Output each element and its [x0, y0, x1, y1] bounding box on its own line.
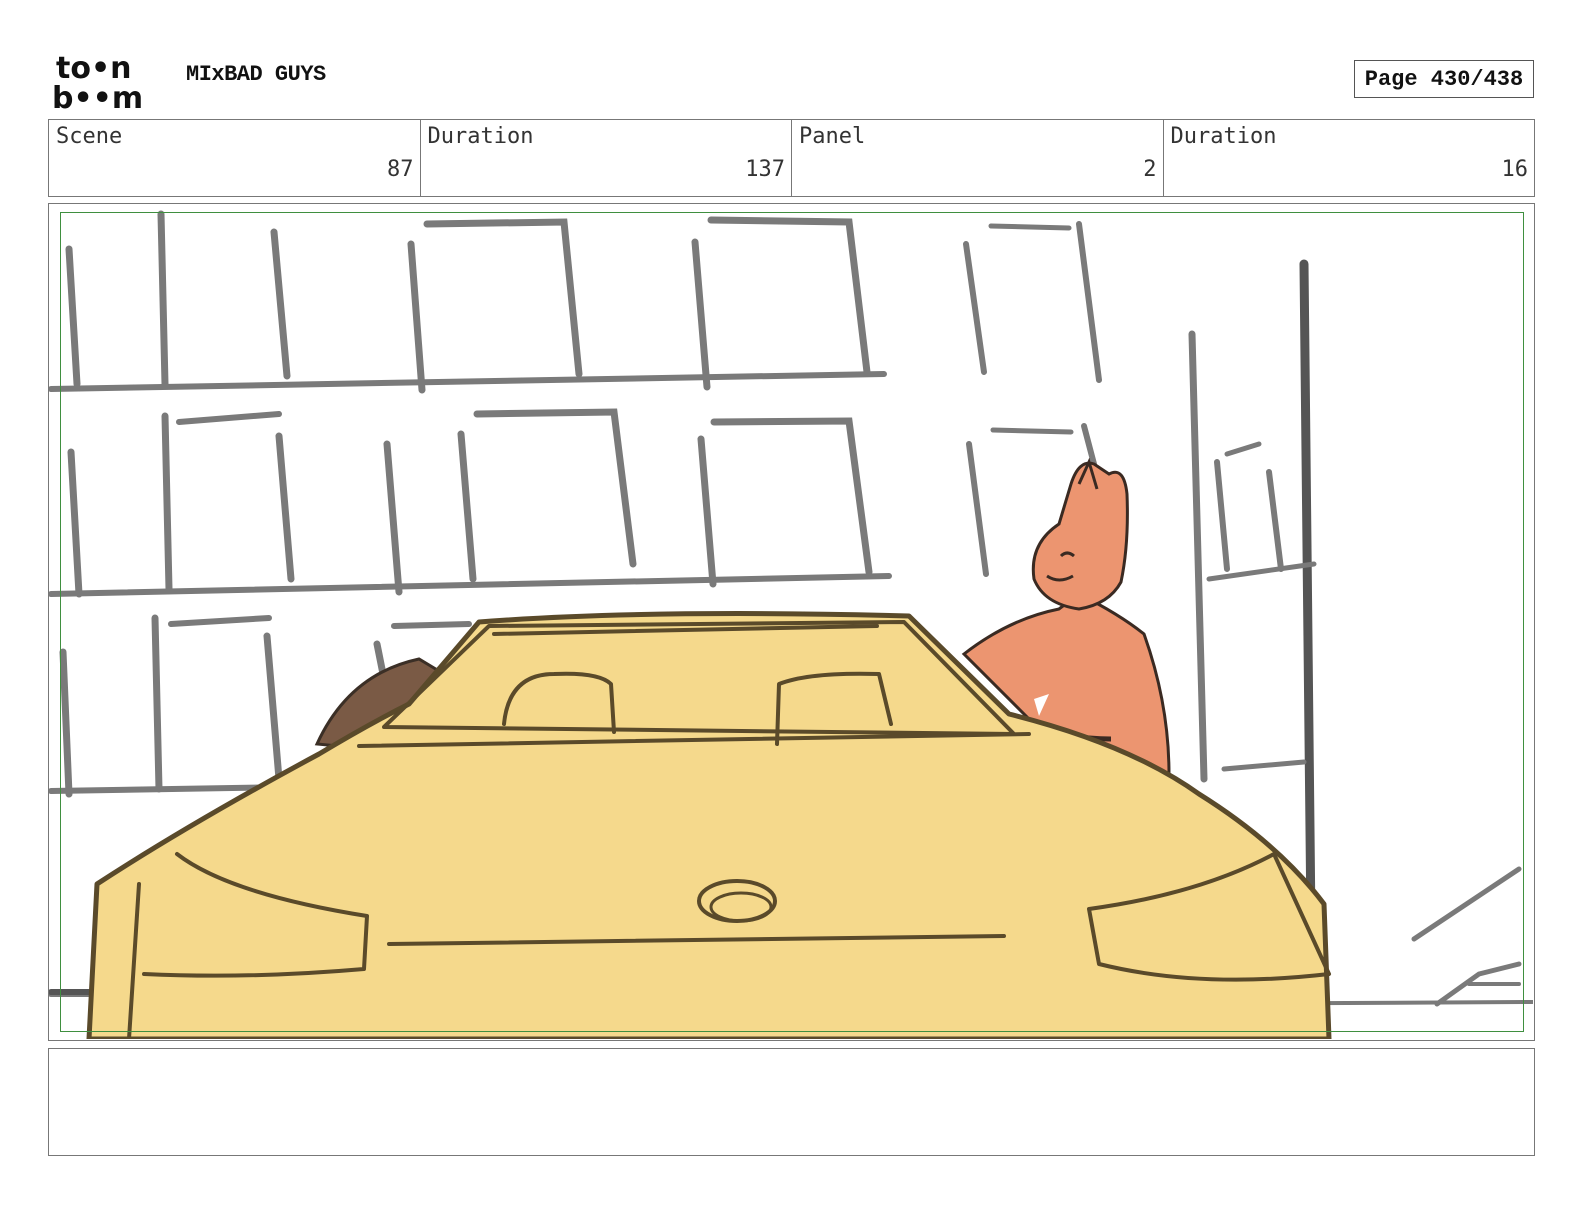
scene-value: 87 [387, 157, 414, 182]
storyboard-panel [48, 203, 1535, 1041]
window-stroke [161, 412, 173, 593]
window-stroke [707, 216, 871, 376]
panel-duration-value: 16 [1501, 157, 1529, 182]
panel-drawing [49, 210, 1533, 1039]
window-stroke [423, 218, 583, 378]
window-stroke [1266, 469, 1284, 572]
window-stroke [710, 417, 873, 576]
window-stroke [1224, 441, 1262, 457]
scene-duration-cell: Duration 137 [421, 120, 792, 196]
window-stroke [275, 432, 295, 583]
window-stroke [697, 435, 717, 588]
pole-stroke [1299, 259, 1316, 929]
window-stroke [391, 621, 472, 629]
panel-duration-cell: Duration 16 [1164, 120, 1535, 196]
logo-text-bottom: b••m [52, 81, 143, 112]
scene-duration-label: Duration [427, 124, 534, 149]
pole-stroke [1188, 330, 1208, 783]
scene-duration-value: 137 [745, 157, 785, 182]
scene-label: Scene [56, 124, 123, 149]
window-stroke [67, 448, 83, 598]
window-stroke [270, 228, 291, 380]
floor-line [49, 371, 887, 392]
window-stroke [963, 241, 987, 375]
window-stroke [1214, 459, 1230, 572]
window-stroke [988, 223, 1072, 231]
window-stroke [990, 427, 1074, 435]
panel-notes-box [48, 1048, 1535, 1156]
panel-info-row: Scene 87 Duration 137 Panel 2 Duration 1… [48, 119, 1535, 197]
window-stroke [407, 240, 426, 394]
panel-value: 2 [1143, 157, 1157, 182]
window-stroke [457, 430, 477, 583]
window-stroke [65, 245, 81, 388]
window-stroke [176, 411, 282, 425]
window-stroke [383, 440, 403, 596]
character-head [1031, 461, 1129, 611]
window-stroke [151, 614, 163, 793]
page-indicator: Page 430/438 [1354, 60, 1534, 98]
scene-cell: Scene 87 [49, 120, 421, 196]
window-stroke [168, 615, 272, 627]
window-stroke [1076, 221, 1102, 383]
window-stroke [1081, 423, 1097, 467]
project-title: MIxBAD GUYS [186, 62, 326, 87]
panel-duration-label: Duration [1170, 124, 1277, 149]
panel-cell: Panel 2 [792, 120, 1164, 196]
window-stroke [691, 238, 711, 391]
window-stroke [157, 210, 169, 388]
toonboom-logo: to•n b••m [52, 51, 143, 112]
window-stroke [1411, 866, 1522, 942]
window-stroke [473, 408, 637, 568]
floor-line [1221, 759, 1307, 772]
window-stroke [966, 441, 989, 577]
window-stroke [263, 632, 283, 783]
window-stroke [59, 648, 73, 798]
panel-label: Panel [799, 124, 866, 149]
